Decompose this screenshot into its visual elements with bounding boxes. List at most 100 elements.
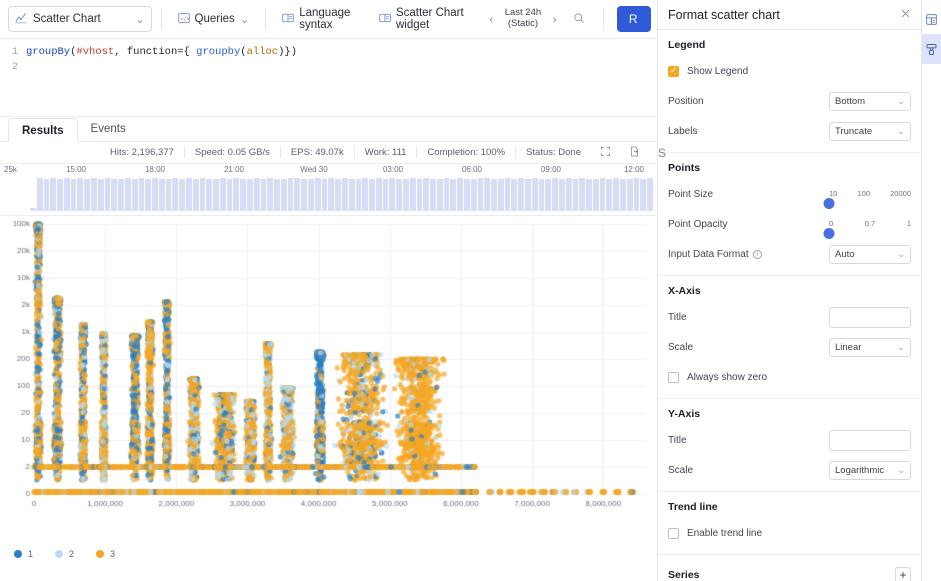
enable-trend-line-label: Enable trend line xyxy=(687,527,763,539)
code-line: 2 xyxy=(0,60,657,75)
show-legend-checkbox[interactable] xyxy=(668,65,679,77)
timeline-bar xyxy=(199,178,206,211)
search-icon[interactable] xyxy=(564,12,594,27)
line-number: 2 xyxy=(11,62,18,73)
timeline-bar xyxy=(545,179,552,211)
chevron-down-icon: ⌄ xyxy=(897,248,905,259)
input-data-format-select[interactable]: Auto ⌄ xyxy=(829,244,911,264)
format-paint-icon[interactable] xyxy=(922,34,941,64)
enable-trend-line-checkbox[interactable] xyxy=(668,527,679,539)
save-button[interactable]: S xyxy=(649,146,675,160)
timeline-bar xyxy=(633,178,640,211)
tick-label: 0 xyxy=(829,218,834,228)
timeline-bar xyxy=(247,178,253,211)
close-icon[interactable] xyxy=(900,7,911,22)
legend-label: 3 xyxy=(110,549,116,559)
timeline-bar xyxy=(470,179,477,211)
timeline-bar xyxy=(369,178,375,211)
timeline-bar xyxy=(253,178,260,211)
scatter-chart[interactable]: 1 2 3 xyxy=(0,216,657,581)
timeline-bar xyxy=(491,178,497,211)
timeline-bar xyxy=(525,179,531,211)
legend-item-3[interactable]: 3 xyxy=(96,549,115,559)
section-points: Points Point Size 10 100 20000 Point Opa… xyxy=(658,153,921,276)
show-legend-label: Show Legend xyxy=(687,65,749,77)
fullscreen-icon[interactable] xyxy=(591,146,620,160)
section-title: Y-Axis xyxy=(668,408,701,420)
timeline-bar xyxy=(91,178,97,211)
chevron-down-icon: ⌄ xyxy=(239,14,250,26)
legend-position-label: Position xyxy=(668,95,704,107)
info-icon[interactable]: i xyxy=(752,249,762,259)
widget-help-button[interactable]: Scatter Chart widget xyxy=(372,6,482,32)
x-axis-title-input[interactable] xyxy=(829,306,911,328)
x-axis-title-label: Title xyxy=(668,311,687,323)
timeline-bar xyxy=(274,178,280,211)
timeline-bar xyxy=(647,178,653,211)
time-next-button[interactable]: › xyxy=(545,11,564,28)
queries-button[interactable]: </> Queries ⌄ xyxy=(171,6,257,32)
always-show-zero-row[interactable]: Always show zero xyxy=(668,366,911,388)
timeline-bar xyxy=(97,179,104,211)
slider-knob[interactable] xyxy=(823,197,835,209)
section-trend-line: Trend line Enable trend line xyxy=(658,492,921,555)
slider-knob[interactable] xyxy=(823,227,835,239)
show-legend-row[interactable]: Show Legend xyxy=(668,60,911,82)
format-panel-body: Legend Show Legend Position Bottom ⌄ Lab… xyxy=(658,30,921,581)
stat-hits: Hits: 2,196,377 xyxy=(110,147,174,158)
timeline-tick: 21:00 xyxy=(223,165,245,174)
point-opacity-slider[interactable]: 0 0.7 1 xyxy=(823,218,911,239)
timeline-bar xyxy=(518,178,525,211)
book-icon xyxy=(282,12,294,27)
language-syntax-button[interactable]: Language syntax xyxy=(275,6,372,32)
chart-icon xyxy=(15,12,27,27)
timeline-bar xyxy=(118,179,124,211)
export-icon[interactable] xyxy=(620,146,649,160)
add-series-button[interactable]: + xyxy=(895,567,911,581)
code-text: groupBy(#vhost, function={ groupby(alloc… xyxy=(26,46,297,58)
stat-completion: Completion: 100% xyxy=(416,147,515,158)
y-axis-title-input[interactable] xyxy=(829,429,911,451)
legend-labels-select[interactable]: Truncate ⌄ xyxy=(829,121,911,141)
section-series: Series + xyxy=(658,555,921,581)
legend-item-2[interactable]: 2 xyxy=(55,549,74,559)
point-size-ticks: 10 100 20000 xyxy=(829,189,911,198)
timeline-bar xyxy=(552,178,558,211)
tab-results[interactable]: Results xyxy=(8,118,78,142)
time-range-selector[interactable]: Last 24h (Static) xyxy=(501,7,545,30)
legend-item-1[interactable]: 1 xyxy=(14,549,33,559)
y-axis-scale-select[interactable]: Logarithmic ⌄ xyxy=(829,460,911,480)
time-prev-button[interactable]: ‹ xyxy=(482,11,501,28)
enable-trend-line-row[interactable]: Enable trend line xyxy=(668,522,911,544)
results-tabs: Results Events xyxy=(0,117,657,142)
timeline-bars xyxy=(30,177,653,211)
point-size-slider[interactable]: 10 100 20000 xyxy=(823,189,911,209)
input-data-format-row: Input Data Format i Auto ⌄ xyxy=(668,243,911,265)
code-line: 1 groupBy(#vhost, function={ groupby(all… xyxy=(0,45,657,60)
chart-type-select[interactable]: Scatter Chart ⌄ xyxy=(8,6,152,32)
legend-label: 2 xyxy=(69,549,75,559)
run-button[interactable]: R xyxy=(616,6,652,32)
timeline-bar xyxy=(145,179,152,211)
book-icon xyxy=(379,12,391,27)
timeline-bar xyxy=(226,178,233,211)
y-axis-scale-value: Logarithmic xyxy=(835,464,885,476)
timeline-histogram[interactable]: 25k 15:00 18:00 21:00 Wed 30 03:00 06:00… xyxy=(0,164,657,216)
stat-eps: EPS: 49.07k xyxy=(279,147,354,158)
query-editor[interactable]: 1 groupBy(#vhost, function={ groupby(all… xyxy=(0,39,657,117)
legend-position-select[interactable]: Bottom ⌄ xyxy=(829,91,911,111)
timeline-bar xyxy=(185,178,192,211)
section-title: Legend xyxy=(668,39,706,51)
timeline-bar xyxy=(335,179,341,211)
always-show-zero-checkbox[interactable] xyxy=(668,371,679,383)
scatter-canvas[interactable] xyxy=(0,216,657,522)
widget-panel-icon[interactable] xyxy=(922,4,941,34)
timeline-bar xyxy=(206,178,213,211)
x-axis-scale-select[interactable]: Linear ⌄ xyxy=(829,337,911,357)
legend-color-swatch xyxy=(14,550,22,558)
timeline-bar xyxy=(152,178,158,211)
tab-events[interactable]: Events xyxy=(78,117,139,141)
timeline-bar xyxy=(396,178,402,211)
point-size-label: Point Size xyxy=(668,188,714,200)
chevron-down-icon: ⌄ xyxy=(897,464,905,475)
